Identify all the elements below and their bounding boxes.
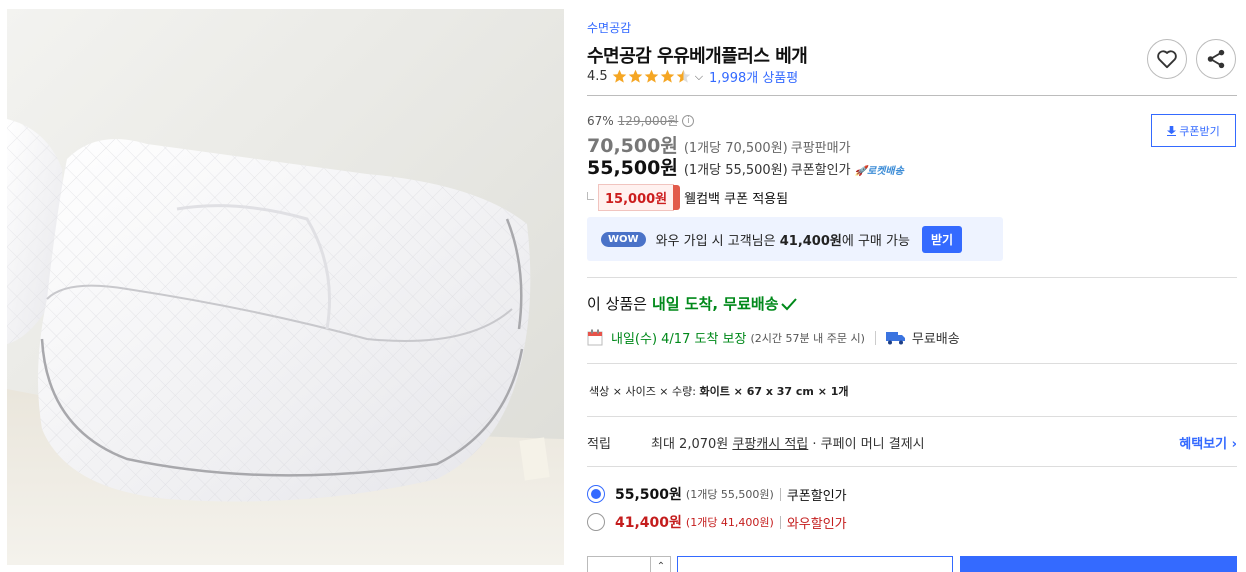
wow-text-prefix: 와우 가입 시 고객님은 xyxy=(655,233,780,249)
divider xyxy=(587,416,1237,417)
order-deadline: (2시간 57분 내 주문 시) xyxy=(750,331,865,345)
product-image xyxy=(7,9,564,565)
price-option-wow[interactable]: 41,400원 (1개당 41,400원) 와우할인가 xyxy=(587,512,847,532)
reward-label: 적립 xyxy=(587,437,611,452)
price-block: 67% 129,000원 i xyxy=(587,112,695,129)
get-coupon-button[interactable]: 쿠폰받기 xyxy=(1151,114,1236,147)
calendar-icon xyxy=(587,329,603,346)
star-rating[interactable] xyxy=(612,69,692,84)
divider xyxy=(587,95,1237,96)
reward-row: 적립 최대 2,070원 쿠팡캐시 적립 · 쿠페이 머니 결제시 혜택보기 › xyxy=(587,433,1237,452)
coupon-price: 55,500원 xyxy=(587,157,678,179)
divider xyxy=(587,277,1237,278)
coupang-cash-link[interactable]: 쿠팡캐시 적립 xyxy=(732,437,808,452)
price-option-label: 와우할인가 xyxy=(786,516,847,532)
coupon-price-label: 쿠폰할인가 xyxy=(790,163,851,178)
buy-now-button[interactable] xyxy=(960,556,1237,572)
truck-icon xyxy=(885,331,905,344)
coupon-unit-price: (1개당 55,500원) xyxy=(683,163,788,178)
star-icon xyxy=(644,69,658,83)
wow-join-button[interactable]: 받기 xyxy=(921,225,963,253)
delivery-row: 내일(수) 4/17 도착 보장 (2시간 57분 내 주문 시) 무료배송 xyxy=(587,328,960,347)
arrival-highlight: 내일 도착, 무료배송 xyxy=(651,295,779,313)
download-icon xyxy=(1167,125,1177,136)
separator xyxy=(779,515,781,529)
rocket-delivery-badge: 🚀로켓배송 xyxy=(854,166,904,177)
free-shipping: 무료배송 xyxy=(911,332,960,347)
price-option-price: 55,500원 xyxy=(615,487,682,503)
add-to-cart-button[interactable] xyxy=(677,556,953,572)
rating-row: 4.5 ⌵ 1,998개 상품평 xyxy=(587,67,798,86)
wishlist-button[interactable] xyxy=(1147,39,1187,79)
brand-link[interactable]: 수면공감 xyxy=(587,19,631,36)
wow-badge: WOW xyxy=(601,231,646,247)
rating-value: 4.5 xyxy=(587,69,608,84)
welcome-coupon-row: 15,000원 웰컴백 쿠폰 적용됨 xyxy=(587,184,788,211)
wow-membership-banner: WOW 와우 가입 시 고객님은 41,400원 에 구매 가능 받기 xyxy=(587,217,1003,261)
checkmark-icon xyxy=(780,297,797,310)
radio-unselected[interactable] xyxy=(587,513,605,531)
benefit-link[interactable]: 혜택보기 › xyxy=(1179,433,1237,452)
star-icon xyxy=(628,69,642,83)
price-option-price: 41,400원 xyxy=(615,515,682,531)
welcome-coupon-text: 웰컴백 쿠폰 적용됨 xyxy=(684,192,789,207)
price-option-label: 쿠폰할인가 xyxy=(786,488,847,504)
product-title: 수면공감 우유베개플러스 베개 xyxy=(587,46,808,67)
reward-text: 최대 2,070원 쿠팡캐시 적립 · 쿠페이 머니 결제시 xyxy=(651,437,925,452)
quantity-increase-button[interactable]: ⌃ xyxy=(650,556,671,572)
price-option-coupon[interactable]: 55,500원 (1개당 55,500원) 쿠폰할인가 xyxy=(587,484,847,504)
share-icon xyxy=(1207,49,1225,69)
option-value: 화이트 × 67 x 37 cm × 1개 xyxy=(699,385,849,398)
original-price: 129,000원 xyxy=(617,114,679,128)
radio-selected[interactable] xyxy=(587,485,605,503)
option-label: 색상 × 사이즈 × 수량: xyxy=(589,385,696,398)
wow-price: 41,400원 xyxy=(779,233,842,249)
review-count-link[interactable]: 1,998개 상품평 xyxy=(709,67,798,86)
arrival-date: 내일(수) 4/17 도착 보장 xyxy=(611,332,747,347)
selected-option: 색상 × 사이즈 × 수량: 화이트 × 67 x 37 cm × 1개 xyxy=(589,383,849,399)
star-icon xyxy=(676,69,690,83)
price-option-unit: (1개당 41,400원) xyxy=(685,516,774,529)
arrival-headline: 이 상품은 내일 도착, 무료배송 xyxy=(587,293,797,314)
star-icon xyxy=(660,69,674,83)
arrival-prefix: 이 상품은 xyxy=(587,295,647,313)
heart-icon xyxy=(1157,50,1177,69)
separator xyxy=(874,330,876,345)
wow-text-suffix: 에 구매 가능 xyxy=(841,233,910,249)
coupon-price-row: 55,500원 (1개당 55,500원) 쿠폰할인가 🚀로켓배송 xyxy=(587,153,904,180)
star-icon xyxy=(612,69,626,83)
discount-rate: 67% xyxy=(587,113,614,128)
indent-corner xyxy=(587,191,594,200)
chevron-down-icon[interactable]: ⌵ xyxy=(695,70,703,84)
separator xyxy=(779,487,781,501)
welcome-coupon-amount: 15,000원 xyxy=(598,184,681,211)
share-button[interactable] xyxy=(1196,39,1236,79)
divider xyxy=(587,363,1237,364)
divider xyxy=(587,466,1237,467)
info-icon[interactable]: i xyxy=(682,114,695,127)
price-option-unit: (1개당 55,500원) xyxy=(685,488,774,501)
